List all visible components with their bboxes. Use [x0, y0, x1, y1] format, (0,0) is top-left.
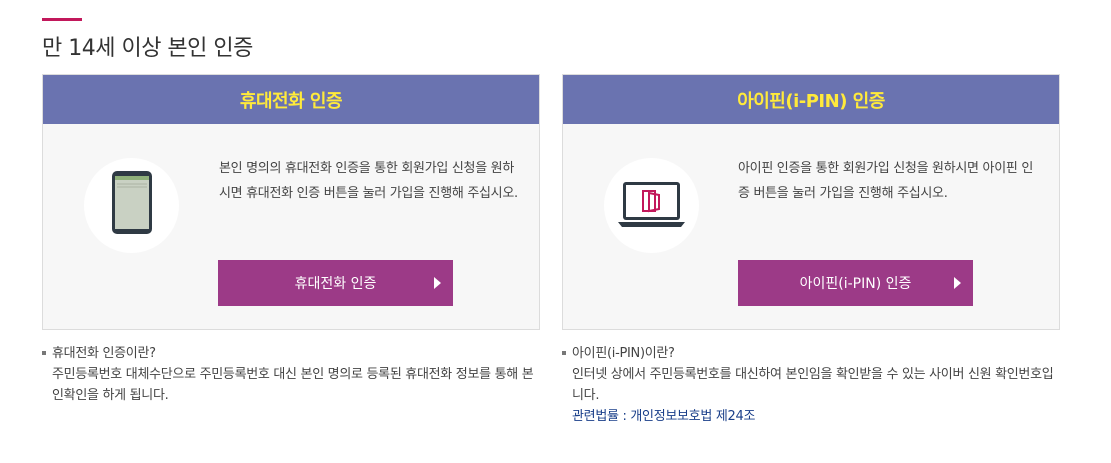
- phone-card-description: 본인 명의의 휴대전화 인증을 통한 회원가입 신청을 원하시면 휴대전화 인증…: [219, 161, 518, 201]
- phone-verification-button[interactable]: 휴대전화 인증: [218, 260, 453, 306]
- ipin-card-description: 아이핀 인증을 통한 회원가입 신청을 원하시면 아이핀 인증 버튼을 눌러 가…: [738, 161, 1034, 201]
- ipin-card-header: 아이핀(i-PIN) 인증: [563, 75, 1059, 124]
- phone-info-body: 주민등록번호 대체수단으로 주민등록번호 대신 본인 명의로 등록된 휴대전화 …: [52, 367, 534, 403]
- arrow-right-icon: [954, 277, 961, 289]
- ipin-info-title-text: 아이핀(i-PIN)이란?: [572, 346, 675, 361]
- phone-card-header: 휴대전화 인증: [43, 75, 539, 124]
- arrow-right-icon: [434, 277, 441, 289]
- ipin-info-title: 아이핀(i-PIN)이란?: [562, 343, 1060, 364]
- bullet-icon: [562, 351, 566, 355]
- phone-info-title-text: 휴대전화 인증이란?: [52, 346, 156, 361]
- ipin-info-section: 아이핀(i-PIN)이란? 인터넷 상에서 주민등록번호를 대신하여 본인임을 …: [562, 343, 1060, 427]
- phone-info-title: 휴대전화 인증이란?: [42, 343, 540, 364]
- ipin-card-header-label: 아이핀(i-PIN) 인증: [737, 90, 885, 112]
- ipin-verification-card: 아이핀(i-PIN) 인증 아이핀 인증을 통한 회원가입 신청을 원하시면 아…: [562, 74, 1060, 330]
- ipin-verification-button-label: 아이핀(i-PIN) 인증: [799, 276, 912, 292]
- phone-info-section: 휴대전화 인증이란? 주민등록번호 대체수단으로 주민등록번호 대신 본인 명의…: [42, 343, 540, 406]
- laptop-ipin-icon: [604, 158, 699, 253]
- phone-verification-button-label: 휴대전화 인증: [294, 276, 377, 292]
- related-law-link[interactable]: 관련법률 : 개인정보보호법 제24조: [562, 406, 1060, 427]
- phone-card-header-label: 휴대전화 인증: [239, 90, 343, 112]
- ipin-verification-button[interactable]: 아이핀(i-PIN) 인증: [738, 260, 973, 306]
- title-accent-line: [42, 18, 82, 21]
- phone-verification-card: 휴대전화 인증 본인 명의의 휴대전화 인증을 통한 회원가입 신청을 원하시면…: [42, 74, 540, 330]
- page-title: 만 14세 이상 본인 인증: [42, 36, 253, 61]
- ipin-info-body: 인터넷 상에서 주민등록번호를 대신하여 본인임을 확인받을 수 있는 사이버 …: [572, 367, 1054, 403]
- bullet-icon: [42, 351, 46, 355]
- smartphone-icon: [84, 158, 179, 253]
